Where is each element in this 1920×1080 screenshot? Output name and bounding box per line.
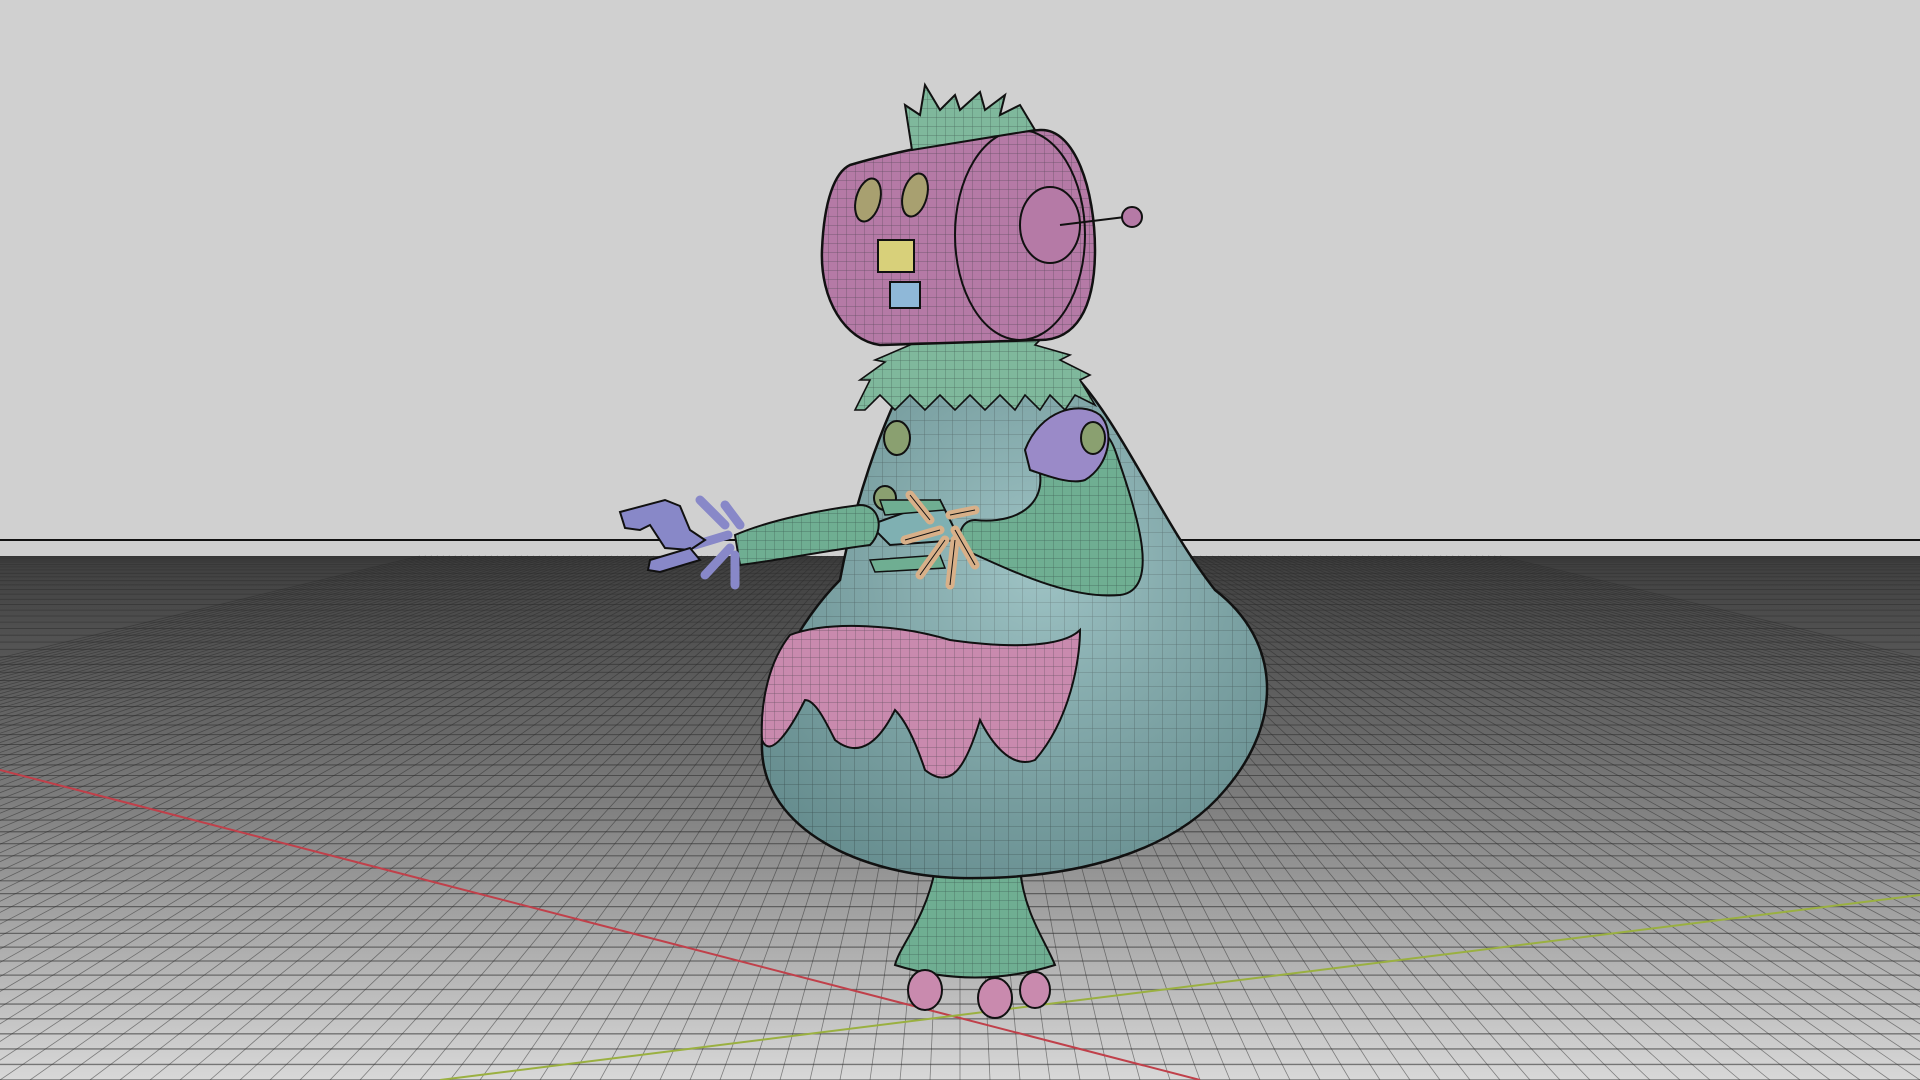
- viewport-scene[interactable]: [0, 0, 1920, 1080]
- 3d-viewport[interactable]: [0, 0, 1920, 1080]
- mouth-bottom: [889, 281, 921, 309]
- mouth-top: [877, 239, 915, 273]
